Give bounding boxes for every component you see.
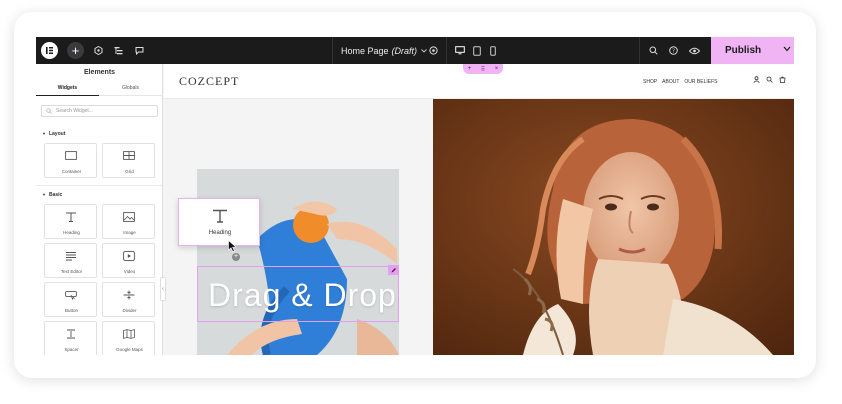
divider-icon — [123, 290, 135, 300]
search-icon — [46, 108, 52, 114]
edit-pencil-icon[interactable] — [388, 265, 399, 275]
site-logo[interactable]: COZCEPT — [179, 74, 239, 89]
widget-label: Button — [64, 308, 78, 313]
elementor-logo-icon[interactable] — [41, 42, 58, 59]
section-label: Basic — [48, 192, 63, 198]
drag-handle-icon[interactable]: ⠿ — [481, 66, 485, 73]
caret-down-icon: ▼ — [42, 192, 46, 197]
widget-google-maps[interactable]: Google Maps — [102, 321, 155, 355]
editor-window: + Home Page (Draft) ? Publish Elements W… — [36, 37, 794, 355]
container-icon — [65, 151, 77, 160]
heading-icon — [213, 209, 227, 223]
widget-label: Image — [123, 230, 136, 235]
elements-panel: Elements Widgets Globals Search Widget..… — [36, 64, 163, 355]
widget-container[interactable]: Container — [44, 143, 97, 178]
site-settings-icon[interactable] — [90, 37, 106, 64]
cart-icon[interactable] — [779, 76, 786, 83]
topbar-divider — [639, 37, 640, 64]
widget-search-input[interactable]: Search Widget... — [41, 105, 158, 117]
drop-indicator-icon: + — [232, 253, 240, 261]
tab-globals[interactable]: Globals — [99, 85, 162, 91]
widget-label: Google Maps — [116, 347, 143, 352]
caret-down-icon: ▼ — [42, 131, 46, 136]
structure-icon[interactable] — [110, 37, 126, 64]
chevron-down-icon[interactable] — [783, 46, 791, 52]
preview-eye-icon[interactable] — [686, 37, 702, 64]
button-icon — [65, 291, 77, 300]
container-selection-tag[interactable]: + ⠿ × — [463, 64, 503, 74]
page-settings-icon[interactable] — [426, 37, 440, 64]
page-title-dropdown[interactable]: Home Page (Draft) — [341, 37, 427, 64]
widget-heading[interactable]: Heading — [44, 204, 97, 239]
screenshot-frame: + Home Page (Draft) ? Publish Elements W… — [14, 12, 816, 378]
widget-grid[interactable]: Grid — [102, 143, 155, 178]
topbar-divider — [332, 37, 333, 64]
page-canvas[interactable]: COZCEPT SHOP ABOUT OUR BELIEFS + ⠿ × Hea… — [164, 64, 794, 355]
map-icon — [123, 329, 135, 339]
section-basic-header[interactable]: ▼ Basic — [42, 192, 62, 198]
mouse-pointer-icon — [228, 240, 237, 252]
search-placeholder: Search Widget... — [56, 108, 93, 114]
topbar-divider — [446, 37, 447, 64]
headline-selection-box[interactable]: Drag & Drop — [197, 266, 399, 322]
widget-label: Video — [123, 269, 136, 274]
add-icon[interactable]: + — [468, 66, 472, 72]
close-icon[interactable]: × — [495, 66, 499, 72]
widget-spacer[interactable]: Spacer — [44, 321, 97, 355]
page-title: Home Page — [341, 45, 389, 56]
spacer-icon — [67, 329, 75, 339]
hero-headline[interactable]: Drag & Drop — [208, 277, 397, 314]
hands-and-sock-illustration — [197, 169, 399, 355]
hero-portrait-image — [433, 99, 794, 355]
site-nav: SHOP ABOUT OUR BELIEFS — [643, 79, 722, 85]
editor-topbar: + Home Page (Draft) ? Publish — [36, 37, 794, 64]
widget-video[interactable]: Video — [102, 243, 155, 278]
dragged-widget-label: Heading — [208, 230, 232, 236]
widget-label: Heading — [63, 230, 80, 235]
widget-label: Divider — [122, 308, 137, 313]
grid-icon — [123, 151, 135, 160]
desktop-view-icon[interactable] — [453, 37, 467, 64]
dragged-heading-widget[interactable]: Heading — [178, 198, 260, 246]
svg-text:?: ? — [672, 49, 675, 55]
panel-tabs: Widgets Globals — [36, 83, 163, 96]
hero-hands-image — [197, 169, 399, 355]
publish-label: Publish — [725, 45, 762, 56]
collapse-panel-handle[interactable]: ‹ — [160, 277, 166, 301]
section-layout-header[interactable]: ▼ Layout — [42, 131, 65, 137]
section-divider — [36, 185, 162, 186]
text-editor-icon — [66, 252, 76, 261]
image-icon — [123, 212, 135, 222]
widget-text-editor[interactable]: Text Editor — [44, 243, 97, 278]
help-icon[interactable]: ? — [666, 37, 680, 64]
widget-label: Text Editor — [60, 269, 83, 274]
search-icon[interactable] — [766, 76, 773, 83]
widget-image[interactable]: Image — [102, 204, 155, 239]
publish-button[interactable]: Publish — [711, 37, 794, 64]
comments-icon[interactable] — [131, 37, 147, 64]
nav-item-our-beliefs[interactable]: OUR BELIEFS — [684, 79, 717, 85]
widget-divider[interactable]: Divider — [102, 282, 155, 317]
widget-label: Container — [61, 169, 82, 174]
heading-icon — [66, 212, 76, 222]
widget-button[interactable]: Button — [44, 282, 97, 317]
user-icon[interactable] — [753, 76, 760, 83]
widget-label: Grid — [125, 169, 134, 174]
site-header-icons — [753, 76, 786, 83]
tab-widgets[interactable]: Widgets — [36, 85, 99, 96]
page-status: (Draft) — [391, 45, 418, 56]
widget-label: Spacer — [64, 347, 79, 352]
add-element-button[interactable]: + — [67, 42, 84, 59]
nav-item-shop[interactable]: SHOP — [643, 79, 657, 85]
portrait-illustration — [433, 99, 794, 355]
nav-item-about[interactable]: ABOUT — [662, 79, 679, 85]
panel-title: Elements — [83, 69, 116, 76]
search-icon[interactable] — [646, 37, 660, 64]
section-label: Layout — [48, 131, 66, 137]
video-icon — [123, 251, 135, 261]
mobile-view-icon[interactable] — [486, 37, 500, 64]
tablet-view-icon[interactable] — [470, 37, 484, 64]
